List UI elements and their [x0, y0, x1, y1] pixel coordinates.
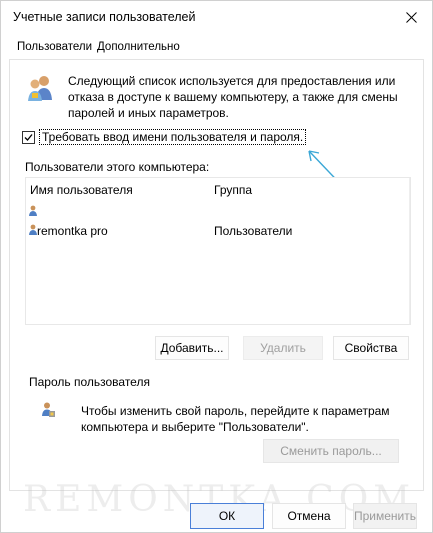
tab-users[interactable]: Пользователи [17, 41, 92, 53]
password-section-label: Пароль пользователя [29, 375, 150, 389]
list-header: Имя пользователя Группа [26, 178, 410, 200]
close-icon [405, 11, 417, 23]
row-group: Пользователи [214, 224, 293, 238]
column-header-group[interactable]: Группа [214, 183, 252, 197]
apply-button[interactable]: Применить [353, 503, 417, 529]
row-username: remontka pro [37, 224, 108, 238]
list-divider [409, 178, 410, 324]
users-icon [28, 76, 52, 101]
tab-advanced[interactable]: Дополнительно [97, 41, 180, 53]
window-title: Учетные записи пользователей [13, 10, 196, 24]
properties-button[interactable]: Свойства [333, 336, 409, 360]
title-bar: Учетные записи пользователей [1, 1, 432, 33]
cancel-button[interactable]: Отмена [272, 503, 346, 529]
user-icon [29, 205, 37, 216]
user-accounts-dialog: Учетные записи пользователей Пользовател… [0, 0, 433, 533]
checkmark-icon [24, 133, 33, 141]
tab-bar: Пользователи Дополнительно [1, 37, 432, 59]
add-user-button[interactable]: Добавить... [155, 336, 229, 360]
table-row[interactable] [26, 202, 410, 220]
users-section-label: Пользователи этого компьютера: [25, 160, 210, 174]
require-login-label[interactable]: Требовать ввод имени пользователя и паро… [39, 129, 307, 145]
require-login-checkbox[interactable] [22, 130, 35, 144]
table-row[interactable]: remontka pro Пользователи [26, 221, 410, 239]
require-login-row: Требовать ввод имени пользователя и паро… [22, 129, 307, 145]
ok-button[interactable]: ОК [190, 503, 264, 529]
change-password-button[interactable]: Сменить пароль... [263, 439, 399, 463]
password-icon [42, 402, 55, 417]
remove-user-button[interactable]: Удалить [243, 336, 323, 360]
password-info-text: Чтобы изменить свой пароль, перейдите к … [81, 404, 390, 434]
column-header-username[interactable]: Имя пользователя [30, 183, 133, 197]
info-text: Следующий список используется для предос… [68, 74, 398, 120]
close-button[interactable] [396, 5, 426, 29]
users-list[interactable]: Имя пользователя Группа remontka pro Пол… [25, 177, 411, 325]
